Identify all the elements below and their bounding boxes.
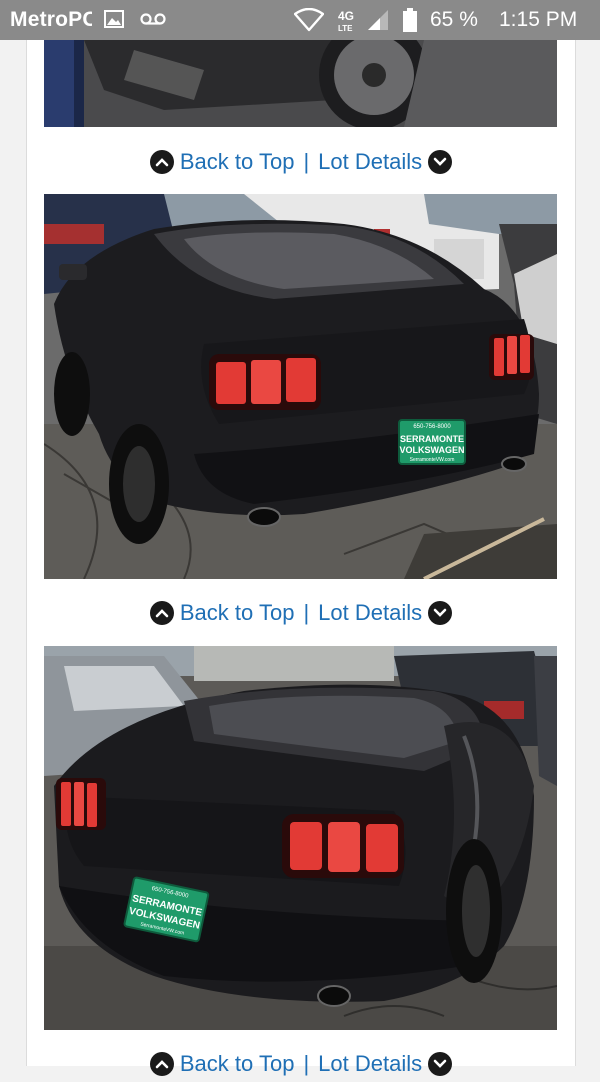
- svg-text:SerramonteVW.com: SerramonteVW.com: [410, 457, 455, 463]
- battery-icon: [403, 8, 417, 37]
- nav-separator: |: [303, 1051, 310, 1076]
- photo-nav-row: Back to Top | Lot Details: [27, 1046, 575, 1082]
- back-to-top-link[interactable]: Back to Top: [180, 600, 295, 626]
- status-bar: MetroPCS 4GLTE 65 % 1:15 PM: [0, 0, 600, 40]
- svg-text:650-756-8000: 650-756-8000: [413, 424, 451, 430]
- clock: 1:15 PM: [499, 8, 578, 31]
- chevron-down-icon[interactable]: [428, 150, 453, 174]
- chevron-up-icon[interactable]: [149, 1052, 174, 1076]
- svg-text:LTE: LTE: [338, 24, 353, 33]
- lot-gallery: Back to Top | Lot Details 650-756-8000 S…: [26, 40, 576, 1076]
- nav-separator: |: [303, 149, 310, 174]
- nav-separator: |: [303, 600, 310, 625]
- svg-text:SERRAMONTE: SERRAMONTE: [400, 434, 464, 444]
- svg-text:4G: 4G: [338, 9, 354, 23]
- photo-nav-row: Back to Top | Lot Details: [27, 595, 575, 631]
- car-photo-1[interactable]: [44, 40, 557, 127]
- lot-details-link[interactable]: Lot Details: [318, 600, 422, 626]
- car-photo-2[interactable]: 650-756-8000 SERRAMONTE VOLKSWAGEN Serra…: [44, 194, 557, 579]
- network-type-icon: 4G LTE: [336, 7, 356, 38]
- battery-percent: 65 %: [430, 8, 478, 31]
- lot-details-link[interactable]: Lot Details: [318, 149, 422, 175]
- signal-icon: [366, 9, 390, 36]
- back-to-top-link[interactable]: Back to Top: [180, 149, 295, 175]
- gallery-notification-icon: [104, 9, 124, 34]
- back-to-top-link[interactable]: Back to Top: [180, 1051, 295, 1077]
- photo-nav-row: Back to Top | Lot Details: [27, 144, 575, 180]
- wifi-icon: [293, 7, 325, 37]
- chevron-up-icon[interactable]: [149, 601, 174, 625]
- car-photo-3[interactable]: 650-756-8000 SERRAMONTE VOLKSWAGEN Serra…: [44, 646, 557, 1030]
- lot-details-link[interactable]: Lot Details: [318, 1051, 422, 1077]
- voicemail-icon: [140, 12, 166, 31]
- dealer-plate: 650-756-8000 SERRAMONTE VOLKSWAGEN Serra…: [398, 419, 466, 465]
- svg-text:VOLKSWAGEN: VOLKSWAGEN: [399, 445, 464, 455]
- carrier-label: MetroPCS: [10, 8, 92, 31]
- chevron-down-icon[interactable]: [428, 1052, 453, 1076]
- chevron-down-icon[interactable]: [428, 601, 453, 625]
- chevron-up-icon[interactable]: [149, 150, 174, 174]
